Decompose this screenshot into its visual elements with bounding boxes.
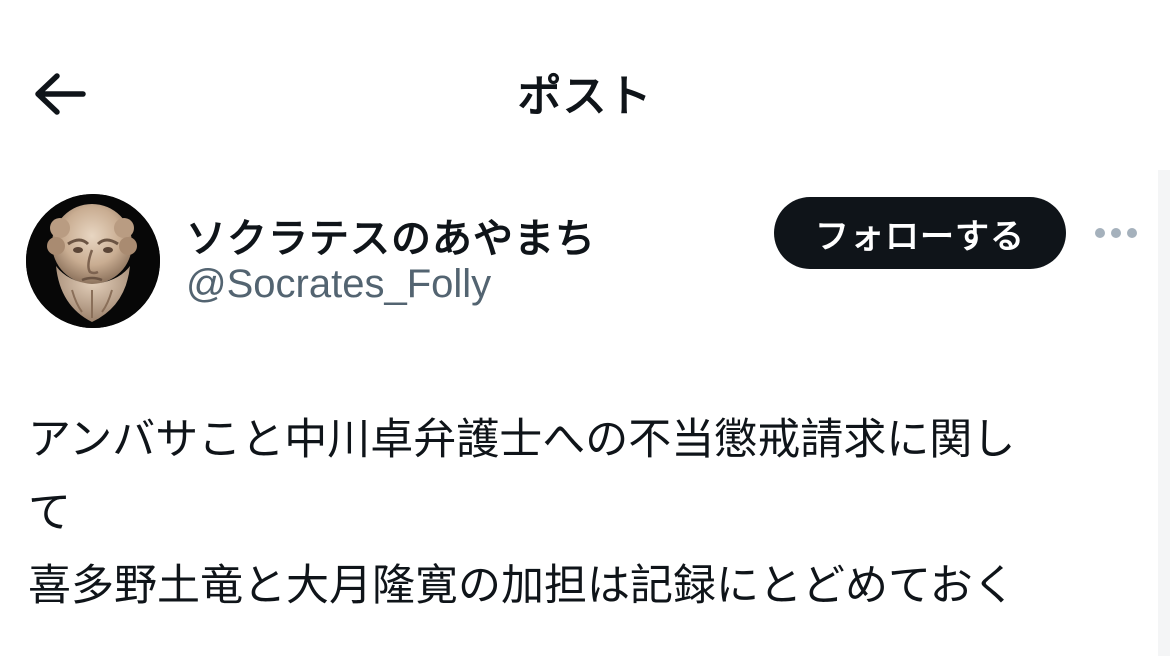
more-horizontal-icon	[1095, 228, 1137, 238]
scrollbar-track[interactable]	[1158, 170, 1170, 656]
socrates-bust-icon	[26, 194, 160, 328]
more-options-button[interactable]	[1092, 216, 1140, 250]
post-text-line: アンバサこと中川卓弁護士への不当懲戒請求に関し	[28, 415, 1016, 465]
author-display-name[interactable]: ソクラテスのあやまち	[186, 206, 596, 264]
post-text-line: 喜多野土竜と大月隆寛の加担は記録にとどめておく	[28, 561, 1016, 611]
post-text: アンバサこと中川卓弁護士への不当懲戒請求に関し て 喜多野土竜と大月隆寛の加担は…	[28, 404, 1138, 623]
follow-button[interactable]: フォローする	[774, 197, 1066, 269]
author-handle[interactable]: @Socrates_Folly	[186, 262, 491, 307]
top-navigation-bar: ポスト	[0, 0, 1170, 180]
post-text-line: て	[28, 488, 71, 538]
post-author-row: ソクラテスのあやまち @Socrates_Folly フォローする	[26, 194, 1156, 334]
page-title: ポスト	[517, 71, 653, 122]
avatar[interactable]	[26, 194, 160, 328]
